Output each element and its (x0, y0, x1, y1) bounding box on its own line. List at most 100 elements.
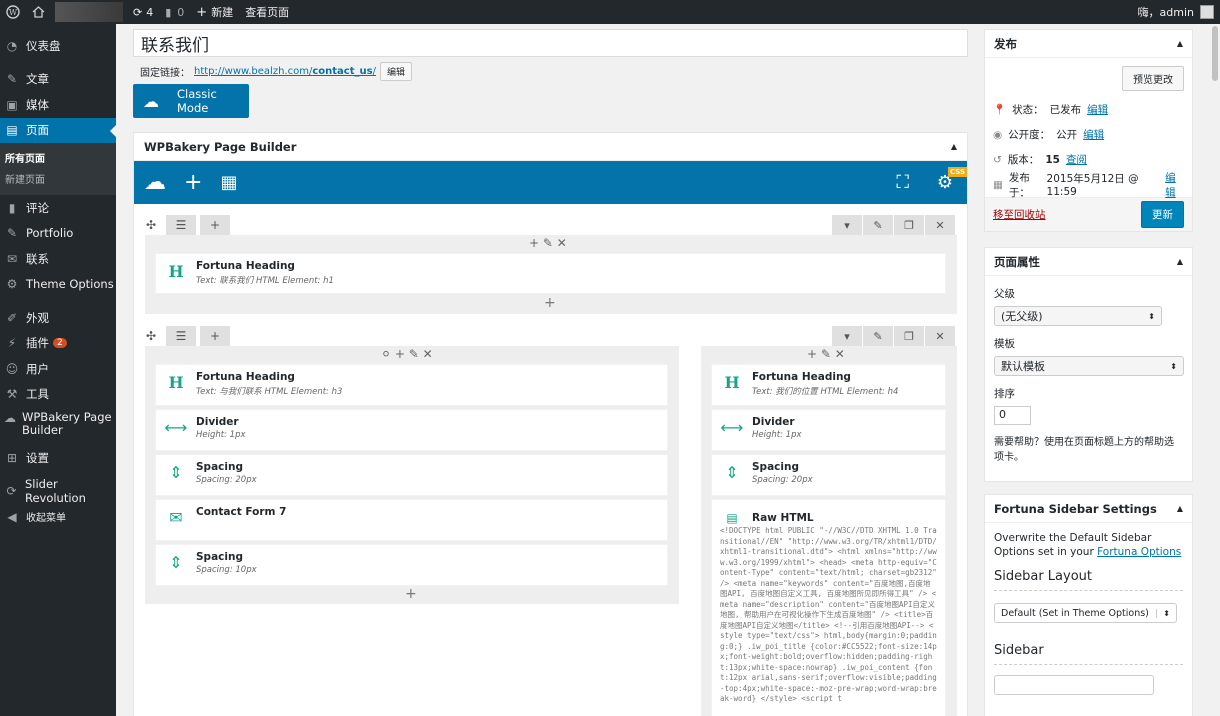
collapse-arrow-icon[interactable]: ▲ (1177, 504, 1183, 513)
drag-icon[interactable]: ✣ (146, 329, 156, 343)
wpbakery-toolbar: ☁ + ▦ ⛶ ⚙ CSS (134, 161, 967, 204)
element-divider[interactable]: ⟷ Divider Height: 1px (711, 409, 946, 451)
comments-button[interactable]: ▮ 0 (159, 0, 190, 24)
element-spacing[interactable]: ⇕ Spacing Spacing: 20px (711, 454, 946, 496)
element-spacing[interactable]: ⇕ Spacing Spacing: 20px (155, 454, 668, 496)
element-fortuna-heading[interactable]: H Fortuna Heading Text: 与我们联系 HTML Elemen… (155, 364, 668, 406)
sidebar-item-contact[interactable]: ✉ 联系 (0, 246, 116, 272)
submenu-all-pages[interactable]: 所有页面 (0, 147, 116, 168)
drag-icon[interactable]: ✣ (146, 218, 156, 232)
view-page-link[interactable]: 查看页面 (239, 0, 295, 24)
column-controls[interactable]: ⚪ + ✎ ✕ (381, 347, 433, 361)
add-element-icon[interactable]: + (405, 586, 417, 602)
sidebar-item-label: 文章 (26, 72, 49, 87)
brush-icon: ✐ (6, 310, 18, 325)
plus-icon: + (196, 4, 208, 20)
element-divider[interactable]: ⟷ Divider Height: 1px (155, 409, 668, 451)
update-button[interactable]: 更新 (1141, 201, 1184, 228)
add-element-icon[interactable]: + (184, 170, 202, 195)
sidebar-item-slider-revolution[interactable]: ⟳ Slider Revolution (0, 477, 116, 505)
dropdown-icon[interactable]: ▾ (832, 326, 862, 346)
sidebar-item-users[interactable]: ☺ 用户 (0, 356, 116, 382)
add-element-icon[interactable]: + (544, 295, 556, 311)
eye-icon: ◉ (993, 128, 1003, 141)
fortuna-description: Overwrite the Default Sidebar Options se… (985, 523, 1192, 559)
mail-icon: ✉ (6, 251, 18, 266)
clone-icon[interactable]: ❐ (894, 326, 924, 346)
avatar[interactable] (1200, 5, 1214, 19)
close-icon[interactable]: ✕ (925, 326, 955, 346)
row1-actions: ▾ ✎ ❐ ✕ (832, 215, 956, 235)
add-column-icon[interactable]: + (200, 215, 231, 235)
element-contact-form[interactable]: ✉ Contact Form 7 (155, 499, 668, 541)
column-controls[interactable]: + ✎ ✕ (529, 236, 567, 250)
revisions-browse-link[interactable]: 查阅 (1066, 152, 1087, 167)
sidebar-item-plugins[interactable]: ⚡ 插件 2 (0, 331, 116, 357)
cloud-logo-icon[interactable]: ☁ (144, 170, 166, 195)
sidebar-item-dashboard[interactable]: ◔ 仪表盘 (0, 33, 116, 59)
sidebar-item-label: 页面 (26, 123, 49, 138)
dropdown-icon[interactable]: ▾ (832, 215, 862, 235)
dashboard-icon: ◔ (6, 38, 18, 53)
close-icon[interactable]: ✕ (925, 215, 955, 235)
sidebar-item-appearance[interactable]: ✐ 外观 (0, 305, 116, 331)
template-icon[interactable]: ▦ (220, 172, 237, 193)
sidebar-item-wpbakery[interactable]: ☁ WPBakery Page Builder (0, 407, 116, 445)
element-fortuna-heading[interactable]: H Fortuna Heading Text: 我们的位置 HTML Elemen… (711, 364, 946, 406)
clone-icon[interactable]: ❐ (894, 215, 924, 235)
sidebar-item-comments[interactable]: ▮ 评论 (0, 195, 116, 221)
template-select[interactable]: 默认模板 ⬍ (994, 356, 1184, 376)
fullscreen-icon[interactable]: ⛶ (896, 172, 909, 193)
element-fortuna-heading[interactable]: H Fortuna Heading Text: 联系我们 HTML Element… (155, 253, 946, 294)
order-input[interactable]: 0 (994, 406, 1031, 425)
sidebar-layout-select[interactable]: Default (Set in Theme Options) ⬍ (994, 603, 1177, 623)
published-edit-link[interactable]: 编辑 (1165, 170, 1184, 200)
column-controls[interactable]: + ✎ ✕ (807, 347, 845, 361)
cloud-icon: ☁ (143, 91, 159, 111)
wordpress-logo-icon[interactable]: W (0, 0, 26, 24)
collapse-arrow-icon[interactable]: ▲ (1177, 257, 1183, 266)
edit-icon[interactable]: ✎ (863, 215, 893, 235)
sidebar-item-posts[interactable]: ✎ 文章 (0, 67, 116, 93)
wpbakery-header[interactable]: WPBakery Page Builder ▲ (134, 133, 967, 161)
element-title: Raw HTML (752, 512, 814, 524)
element-spacing[interactable]: ⇕ Spacing Spacing: 10px (155, 544, 668, 586)
sidebar-item-theme-options[interactable]: ⚙ Theme Options (0, 272, 116, 298)
fortuna-sidebar-header[interactable]: Fortuna Sidebar Settings ▲ (985, 495, 1192, 523)
permalink-link[interactable]: http://www.bealzh.com/contact_us/ (194, 66, 376, 77)
permalink-edit-button[interactable]: 编辑 (379, 62, 412, 81)
preview-changes-button[interactable]: 预览更改 (1122, 66, 1184, 91)
visibility-edit-link[interactable]: 编辑 (1083, 127, 1104, 142)
move-to-trash-link[interactable]: 移至回收站 (993, 207, 1046, 222)
sidebar-item-settings[interactable]: ⊞ 设置 (0, 445, 116, 471)
page-title-input[interactable]: 联系我们 (133, 29, 968, 57)
layout-icon[interactable]: ☰ (166, 326, 197, 346)
edit-icon[interactable]: ✎ (863, 326, 893, 346)
site-name[interactable] (55, 2, 123, 22)
sidebar-item-media[interactable]: ▣ 媒体 (0, 92, 116, 118)
collapse-arrow-icon[interactable]: ▲ (951, 142, 957, 151)
publish-header[interactable]: 发布 ▲ (985, 30, 1192, 58)
classic-mode-button[interactable]: ☁ Classic Mode (133, 84, 249, 118)
status-edit-link[interactable]: 编辑 (1087, 102, 1108, 117)
updates-button[interactable]: ⟳ 4 (127, 0, 159, 24)
submenu-new-page[interactable]: 新建页面 (0, 168, 116, 189)
parent-select[interactable]: (无父级) ⬍ (994, 306, 1162, 326)
sidebar-item-portfolio[interactable]: ✎ Portfolio (0, 221, 116, 247)
parent-label: 父级 (994, 288, 1015, 300)
page-attributes-header[interactable]: 页面属性 ▲ (985, 248, 1192, 276)
sidebar-item-tools[interactable]: ⚒ 工具 (0, 382, 116, 408)
element-raw-html[interactable]: ▤ Raw HTML <!DOCTYPE html PUBLIC "-//W3C… (711, 499, 946, 716)
sidebar-select[interactable] (994, 675, 1154, 695)
fortuna-options-link[interactable]: Fortuna Options (1097, 546, 1181, 558)
greeting[interactable]: 嗨，admin (1138, 4, 1194, 20)
layout-icon[interactable]: ☰ (166, 215, 197, 235)
sidebar-item-collapse[interactable]: ◀ 收起菜单 (0, 504, 116, 530)
collapse-arrow-icon[interactable]: ▲ (1177, 39, 1183, 48)
new-content-button[interactable]: + 新建 (190, 0, 239, 24)
sidebar-item-pages[interactable]: ▤ 页面 (0, 117, 116, 143)
page-scrollbar[interactable] (1210, 24, 1220, 716)
home-icon[interactable] (26, 0, 51, 24)
add-column-icon[interactable]: + (200, 326, 231, 346)
scrollbar-thumb[interactable] (1212, 26, 1218, 81)
